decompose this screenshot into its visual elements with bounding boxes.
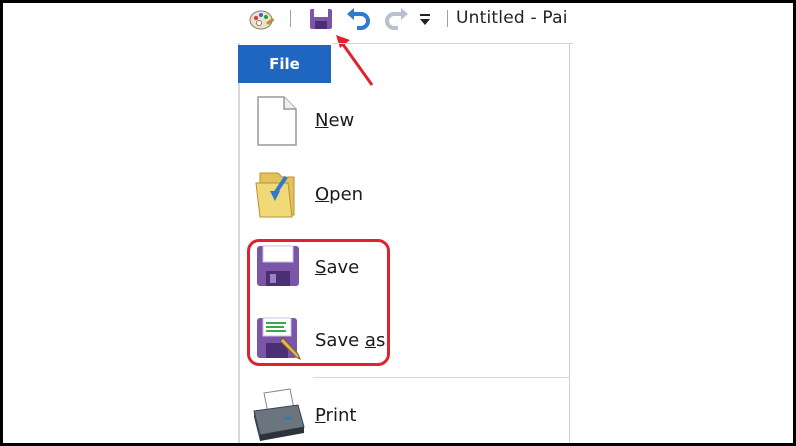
annotation-arrow	[336, 35, 374, 86]
menu-panel-border	[569, 43, 570, 443]
quick-access-toolbar: Untitled - Pai	[3, 3, 793, 37]
toolbar-separator	[290, 10, 291, 27]
window-frame-left	[238, 43, 240, 443]
screenshot-canvas: Untitled - Pai File New Open Save Save a…	[3, 3, 793, 443]
new-document-icon	[248, 95, 302, 151]
window-title: Untitled - Pai	[456, 8, 568, 28]
customize-dropdown-icon[interactable]	[419, 12, 431, 31]
paint-app-icon[interactable]	[249, 7, 275, 35]
file-tab[interactable]: File	[238, 45, 331, 83]
menu-separator	[313, 377, 569, 378]
annotation-highlight-box	[247, 239, 390, 366]
ribbon-border	[333, 43, 573, 44]
menu-item-label: Print	[315, 405, 357, 426]
printer-icon	[250, 387, 306, 443]
toolbar-separator	[447, 10, 448, 27]
menu-item-label: Open	[315, 184, 364, 205]
redo-icon[interactable]	[383, 8, 409, 36]
menu-item-open[interactable]: Open	[248, 165, 558, 225]
menu-item-print[interactable]: Print	[248, 387, 558, 443]
open-folder-icon	[248, 165, 302, 223]
menu-item-new[interactable]: New	[248, 95, 558, 155]
menu-item-label: New	[315, 110, 355, 131]
